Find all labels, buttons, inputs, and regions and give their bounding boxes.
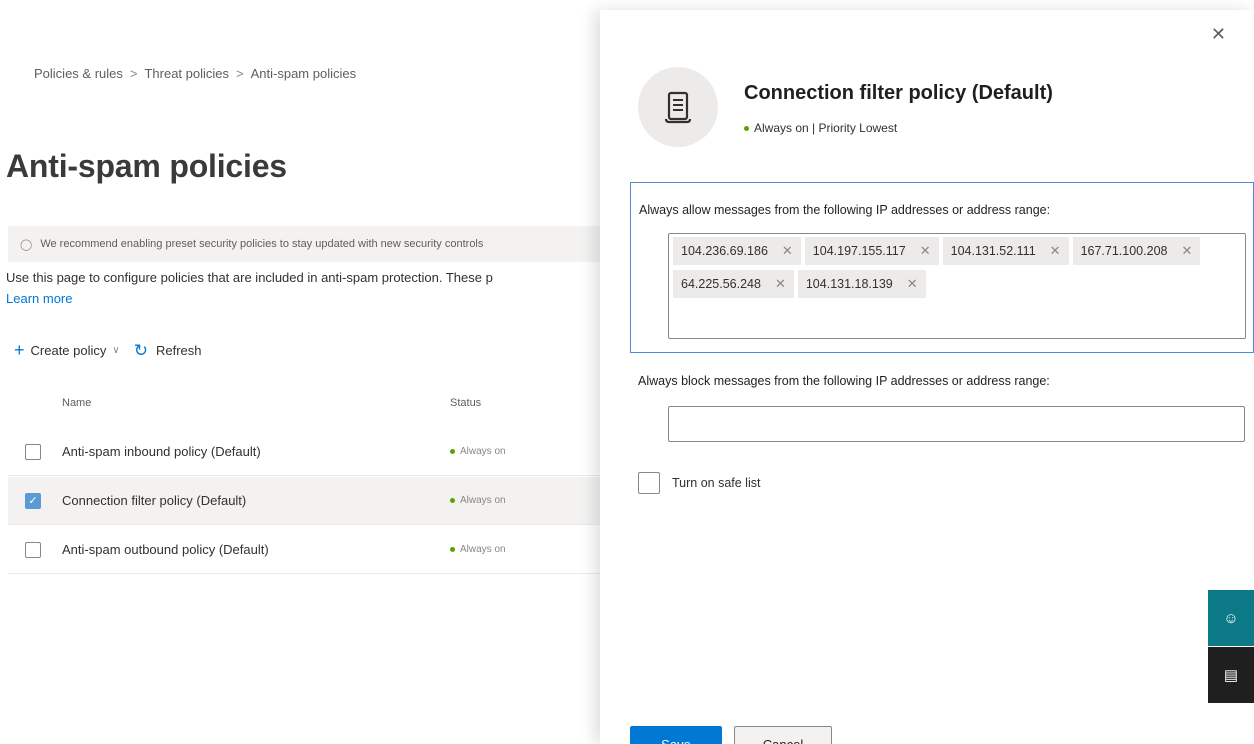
allow-ip-section: Always allow messages from the following… — [630, 182, 1254, 353]
table-row[interactable]: ✓ Connection filter policy (Default) Alw… — [8, 477, 600, 525]
feedback-icon: ▤ — [1223, 667, 1239, 684]
policy-avatar — [638, 67, 718, 147]
row-checkbox[interactable] — [25, 443, 41, 460]
chevron-down-icon: ∨ — [112, 345, 120, 356]
save-button[interactable]: Save — [630, 726, 722, 744]
remove-tag-icon[interactable]: ✕ — [775, 276, 786, 292]
scroll-document-icon — [664, 91, 692, 124]
page-description: Use this page to configure policies that… — [6, 270, 493, 285]
remove-tag-icon[interactable]: ✕ — [920, 243, 931, 259]
banner-text: We recommend enabling preset security po… — [40, 238, 484, 250]
status-badge: Always on — [450, 495, 506, 506]
page-title: Anti-spam policies — [6, 148, 287, 184]
safe-list-checkbox[interactable] — [638, 472, 660, 494]
lightbulb-icon: ◯ — [20, 238, 33, 251]
breadcrumb: Policies & rules > Threat policies > Anti-sp… — [34, 66, 356, 81]
ip-tag: 104.197.155.117 ✕ — [804, 237, 939, 265]
status-dot-icon — [744, 125, 749, 131]
ip-tag-text: 104.131.52.111 — [950, 244, 1036, 258]
ip-tag-text: 104.131.18.139 — [805, 277, 893, 291]
remove-tag-icon[interactable]: ✕ — [907, 276, 918, 292]
create-policy-label: Create policy — [30, 343, 107, 358]
ip-tag-text: 104.197.155.117 — [812, 244, 906, 258]
row-checkbox[interactable] — [25, 541, 41, 558]
ip-tag: 64.225.56.248 ✕ — [673, 270, 794, 298]
ip-tag-text: 104.236.69.186 — [681, 244, 768, 258]
status-text: Always on — [460, 544, 506, 555]
recommendation-banner: ◯ We recommend enabling preset security … — [8, 226, 600, 262]
help-button[interactable]: ☺ — [1208, 590, 1254, 646]
policy-name[interactable]: Anti-spam outbound policy (Default) — [62, 542, 269, 557]
panel-title: Connection filter policy (Default) — [744, 82, 1053, 104]
remove-tag-icon[interactable]: ✕ — [1050, 243, 1061, 259]
feedback-button[interactable]: ▤ — [1208, 647, 1254, 703]
refresh-icon: ↻ — [133, 340, 148, 360]
ip-tag: 104.131.52.111 ✕ — [942, 237, 1069, 265]
help-icon: ☺ — [1223, 609, 1239, 627]
safe-list-label: Turn on safe list — [672, 476, 761, 490]
remove-tag-icon[interactable]: ✕ — [1181, 243, 1192, 259]
panel-subtitle: Always on | Priority Lowest — [744, 121, 897, 135]
plus-icon: + — [14, 340, 25, 360]
status-text: Always on — [460, 446, 506, 457]
status-dot-icon — [450, 498, 455, 503]
policy-name[interactable]: Connection filter policy (Default) — [62, 493, 246, 508]
status-dot-icon — [450, 449, 455, 454]
remove-tag-icon[interactable]: ✕ — [782, 243, 793, 259]
policy-name[interactable]: Anti-spam inbound policy (Default) — [62, 444, 261, 459]
policy-details-panel: ✕ Connection filter policy (Default) Alw… — [600, 10, 1254, 744]
panel-subtitle-text: Always on | Priority Lowest — [754, 121, 898, 135]
main-page: Policies & rules > Threat policies > Anti-sp… — [0, 0, 600, 744]
breadcrumb-separator: > — [236, 66, 244, 81]
ip-tag: 104.131.18.139 ✕ — [797, 270, 926, 298]
allow-ip-input[interactable]: 104.236.69.186 ✕ 104.197.155.117 ✕ 104.131… — [668, 233, 1246, 339]
create-policy-button[interactable]: + Create policy ∨ — [14, 340, 134, 361]
status-dot-icon — [450, 547, 455, 552]
block-ip-input[interactable] — [668, 406, 1245, 442]
breadcrumb-separator: > — [129, 66, 138, 81]
status-badge: Always on — [450, 544, 506, 555]
column-header-status[interactable]: Status — [450, 397, 481, 409]
row-checkbox[interactable]: ✓ — [25, 492, 41, 509]
ip-tag-text: 64.225.56.248 — [681, 277, 761, 291]
breadcrumb-item-threat-policies[interactable]: Threat policies — [144, 66, 229, 81]
table-row[interactable]: Anti-spam inbound policy (Default) Alway… — [8, 428, 600, 476]
safe-list-toggle[interactable]: Turn on safe list — [638, 472, 760, 494]
toolbar: + Create policy ∨ ↻ Refresh — [14, 340, 202, 361]
status-text: Always on — [460, 495, 506, 506]
refresh-label: Refresh — [155, 343, 202, 358]
status-badge: Always on — [450, 446, 506, 457]
close-icon[interactable]: ✕ — [1211, 24, 1226, 45]
allow-ip-tags: 104.236.69.186 ✕ 104.197.155.117 ✕ 104.131… — [673, 237, 1243, 303]
breadcrumb-item-anti-spam-policies[interactable]: Anti-spam policies — [251, 66, 357, 81]
ip-tag: 167.71.100.208 ✕ — [1072, 237, 1201, 265]
learn-more-link[interactable]: Learn more — [6, 291, 72, 306]
ip-tag-text: 167.71.100.208 — [1080, 244, 1168, 258]
breadcrumb-item-policies-rules[interactable]: Policies & rules — [34, 66, 123, 81]
cancel-button[interactable]: Cancel — [734, 726, 832, 744]
allow-ip-label: Always allow messages from the following… — [639, 203, 1051, 217]
ip-tag: 104.236.69.186 ✕ — [673, 237, 801, 265]
refresh-button[interactable]: ↻ Refresh — [134, 341, 202, 361]
block-ip-label: Always block messages from the following… — [638, 374, 1050, 388]
column-header-name[interactable]: Name — [62, 397, 91, 409]
table-row[interactable]: Anti-spam outbound policy (Default) Alwa… — [8, 526, 600, 574]
